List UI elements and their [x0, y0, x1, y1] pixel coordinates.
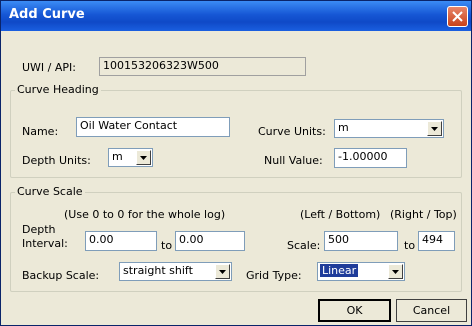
curve-units-dropdown-button[interactable] [427, 121, 442, 136]
scale-left-input[interactable]: 500 [324, 231, 398, 251]
ok-label: OK [346, 304, 363, 317]
scale-right-input[interactable]: 494 [418, 231, 455, 251]
chevron-down-icon [219, 270, 226, 274]
depth-to-label: to [161, 239, 173, 252]
right-top-hint: (Right / Top) [390, 208, 457, 221]
name-label: Name: [22, 125, 59, 138]
depth-to-value: 0.00 [179, 233, 204, 246]
depth-units-select[interactable]: m [108, 148, 153, 167]
null-value: -1.00000 [338, 150, 388, 163]
uwi-field: 100153206323W500 [99, 57, 306, 76]
window-title: Add Curve [9, 7, 85, 22]
left-bottom-hint: (Left / Bottom) [300, 208, 381, 221]
depth-units-label: Depth Units: [22, 154, 91, 167]
title-bar[interactable]: Add Curve [1, 1, 471, 31]
chevron-down-icon [392, 270, 399, 274]
depth-label: Depth [22, 223, 56, 236]
name-value: Oil Water Contact [80, 119, 178, 132]
uwi-label: UWI / API: [22, 61, 76, 74]
curve-units-select[interactable]: m [334, 119, 444, 138]
interval-label: Interval: [22, 237, 68, 250]
chevron-down-icon [140, 156, 147, 160]
name-input[interactable]: Oil Water Contact [76, 117, 230, 137]
uwi-value: 100153206323W500 [103, 59, 219, 72]
backup-scale-value: straight shift [123, 264, 193, 277]
grid-type-value: Linear [320, 264, 359, 277]
backup-scale-label: Backup Scale: [22, 269, 100, 282]
depth-from-value: 0.00 [89, 233, 114, 246]
chevron-down-icon [431, 127, 438, 131]
backup-scale-select[interactable]: straight shift [119, 262, 232, 281]
depth-units-dropdown-button[interactable] [136, 150, 151, 165]
grid-type-dropdown-button[interactable] [388, 264, 403, 279]
scale-label: Scale: [287, 239, 321, 252]
scale-right-value: 494 [422, 233, 443, 246]
curve-units-label: Curve Units: [258, 125, 326, 138]
grid-type-value-wrap: Linear [320, 264, 359, 277]
cancel-label: Cancel [412, 304, 451, 317]
scale-left-value: 500 [328, 233, 349, 246]
curve-heading-label: Curve Heading [15, 83, 101, 96]
depth-hint: (Use 0 to 0 for the whole log) [64, 208, 226, 221]
scale-to-label: to [404, 239, 416, 252]
curve-scale-label: Curve Scale [15, 185, 85, 198]
ok-button[interactable]: OK [318, 299, 391, 322]
grid-type-select[interactable]: Linear [317, 262, 405, 281]
cancel-button[interactable]: Cancel [396, 299, 467, 322]
close-icon [452, 11, 463, 22]
depth-units-value: m [112, 150, 123, 163]
backup-scale-dropdown-button[interactable] [215, 264, 230, 279]
null-value-input[interactable]: -1.00000 [334, 148, 407, 168]
depth-to-input[interactable]: 0.00 [175, 231, 245, 251]
add-curve-dialog: Add Curve UWI / API: 100153206323W500 Cu… [0, 0, 472, 326]
grid-type-label: Grid Type: [246, 269, 302, 282]
null-value-label: Null Value: [264, 154, 323, 167]
curve-units-value: m [338, 121, 349, 134]
close-button[interactable] [447, 6, 468, 27]
depth-from-input[interactable]: 0.00 [85, 231, 157, 251]
